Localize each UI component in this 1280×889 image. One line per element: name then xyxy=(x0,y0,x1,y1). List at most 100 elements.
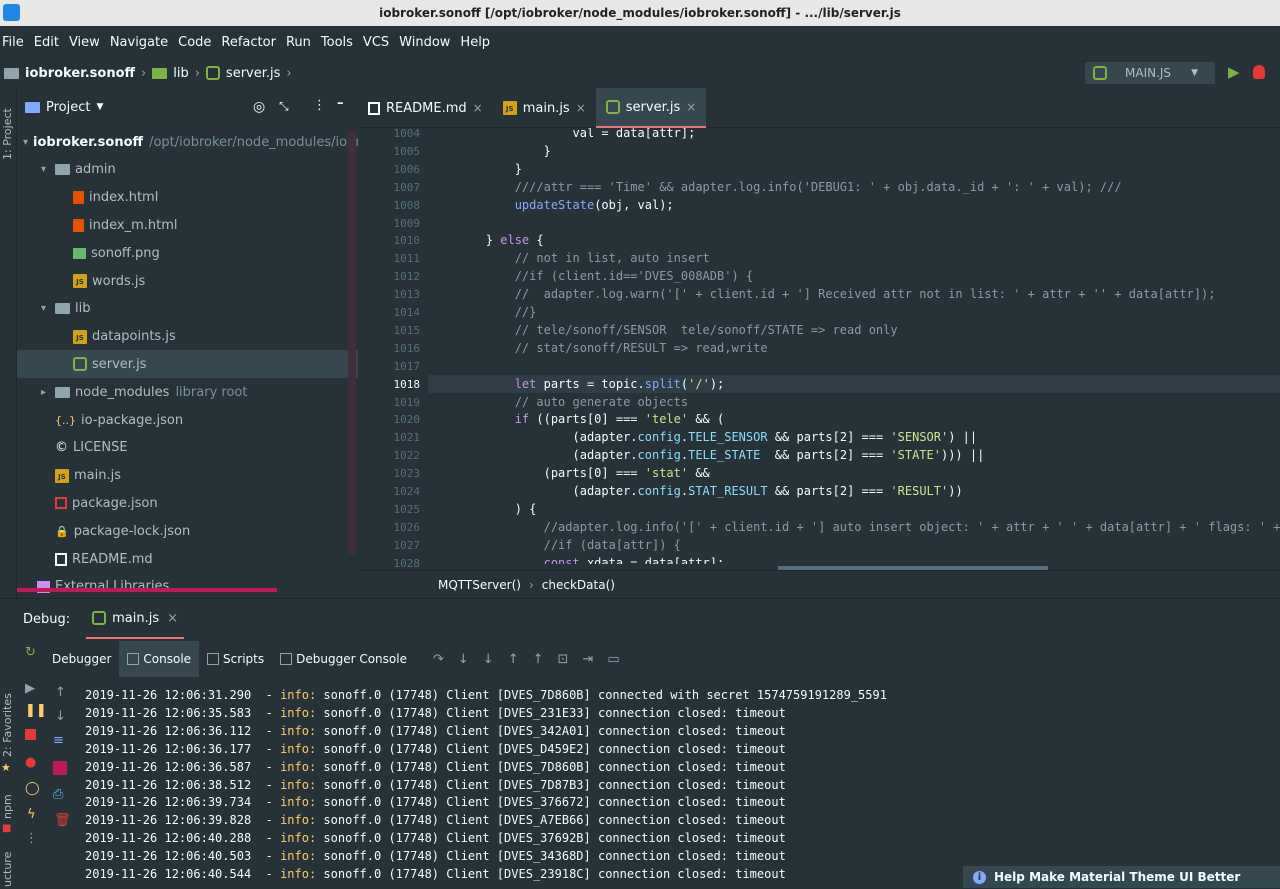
run-icon[interactable]: ▶ xyxy=(1228,63,1240,81)
resume-icon[interactable]: ▶ xyxy=(25,681,35,696)
menu-window[interactable]: Window xyxy=(399,35,450,50)
breakpoints-icon[interactable]: ● xyxy=(25,755,36,770)
tree-item[interactable]: JS words.js xyxy=(17,267,358,295)
menu-tools[interactable]: Tools xyxy=(321,35,353,50)
stop-icon[interactable] xyxy=(25,729,36,740)
code-line[interactable]: ////attr === 'Time' && adapter.log.info(… xyxy=(428,178,1280,196)
chevron-down-icon[interactable]: ▾ xyxy=(41,164,55,175)
code-line[interactable]: //} xyxy=(428,303,1280,321)
code-line[interactable]: ) { xyxy=(428,500,1280,518)
debug-tab-scripts[interactable]: Scripts xyxy=(199,641,272,677)
code-line[interactable] xyxy=(428,357,1280,375)
debug-session-tab[interactable]: main.js × xyxy=(86,599,185,639)
debug-tab-debugger-console[interactable]: Debugger Console xyxy=(272,641,415,677)
debug-tab-console[interactable]: Console xyxy=(119,641,200,677)
tree-item[interactable]: JS main.js xyxy=(17,462,358,490)
code-line[interactable]: // stat/sonoff/RESULT => read,write xyxy=(428,339,1280,357)
debug-tab-debugger[interactable]: Debugger xyxy=(44,641,119,677)
code-line[interactable]: let parts = topic.split('/'); xyxy=(428,374,1280,393)
close-icon[interactable]: × xyxy=(473,101,483,115)
menu-edit[interactable]: Edit xyxy=(34,35,59,50)
breadcrumb-file[interactable]: server.js xyxy=(226,66,280,81)
arrow-up-icon[interactable]: ↑ xyxy=(55,685,66,700)
tree-item[interactable]: ▾ lib xyxy=(17,295,358,323)
tree-item[interactable]: server.js xyxy=(17,350,358,379)
code-line[interactable]: // tele/sonoff/SENSOR tele/sonoff/STATE … xyxy=(428,321,1280,339)
project-tool-tab[interactable]: 1: Project xyxy=(1,108,14,160)
hide-panel-icon[interactable]: – xyxy=(337,96,344,111)
terminal-icon[interactable]: ▭ xyxy=(607,652,619,667)
menu-code[interactable]: Code xyxy=(178,35,211,50)
breadcrumb-function[interactable]: MQTTServer() xyxy=(438,578,521,592)
trash-icon[interactable]: 🗑 xyxy=(54,813,71,828)
code-line[interactable]: //if (client.id=='DVES_008ADB') { xyxy=(428,267,1280,285)
code-line[interactable]: // auto generate objects xyxy=(428,393,1280,411)
tree-item[interactable]: package.json xyxy=(17,489,358,517)
chevron-down-icon[interactable]: ▼ xyxy=(96,102,103,112)
project-scrollbar[interactable] xyxy=(348,130,356,554)
lightning-icon[interactable]: ϟ xyxy=(27,807,36,822)
run-configuration-select[interactable]: MAIN.JS ▼ xyxy=(1085,62,1215,84)
arrow-down-icon[interactable]: ↓ xyxy=(55,709,66,724)
more-icon[interactable]: ⋮ xyxy=(313,98,326,113)
mute-breakpoints-icon[interactable]: ◯ xyxy=(25,781,40,796)
run-to-cursor-icon[interactable]: ↑ xyxy=(533,652,544,667)
code-line[interactable]: (parts[0] === 'stat' && xyxy=(428,464,1280,482)
chevron-down-icon[interactable]: ▾ xyxy=(23,137,28,148)
console-output[interactable]: 2019-11-26 12:06:31.290 - info: sonoff.0… xyxy=(76,681,1280,889)
menu-help[interactable]: Help xyxy=(460,35,490,50)
menu-vcs[interactable]: VCS xyxy=(363,35,389,50)
breadcrumb-function[interactable]: checkData() xyxy=(542,578,615,592)
pause-icon[interactable]: ❚❚ xyxy=(25,703,47,718)
print-icon[interactable]: ⎙ xyxy=(53,787,63,802)
code-line[interactable]: if ((parts[0] === 'tele' && ( xyxy=(428,410,1280,428)
more-icon[interactable]: ⋮ xyxy=(25,831,38,846)
favorites-tool-tab[interactable]: 2: Favorites xyxy=(1,693,14,757)
code-line[interactable]: updateState(obj, val); xyxy=(428,196,1280,214)
code-line[interactable]: // not in list, auto insert xyxy=(428,249,1280,267)
code-line[interactable]: val = data[attr]; xyxy=(428,128,1280,142)
scroll-to-end-icon[interactable] xyxy=(53,761,67,775)
step-out-icon[interactable]: ↑ xyxy=(508,652,519,667)
tree-item[interactable]: External Libraries xyxy=(17,573,358,601)
code-line[interactable]: } else { xyxy=(428,231,1280,249)
npm-tool-tab[interactable]: npm xyxy=(1,794,14,819)
code-line[interactable]: //adapter.log.info('[' + client.id + '] … xyxy=(428,518,1280,536)
code-line[interactable]: //if (data[attr]) { xyxy=(428,536,1280,554)
tree-item[interactable]: README.md xyxy=(17,545,358,573)
code-line[interactable]: (adapter.config.STAT_RESULT && parts[2] … xyxy=(428,482,1280,500)
code-line[interactable]: const xdata = data[attr]; xyxy=(428,554,1280,564)
menu-file[interactable]: File xyxy=(2,35,24,50)
restore-frame-icon[interactable]: ⇥ xyxy=(582,652,593,667)
code-line[interactable]: } xyxy=(428,160,1280,178)
notification-balloon[interactable]: i Help Make Material Theme UI Better xyxy=(963,866,1280,888)
close-icon[interactable]: × xyxy=(686,100,696,114)
evaluate-icon[interactable]: ⊡ xyxy=(558,652,569,667)
tree-item[interactable]: 🔒 package-lock.json xyxy=(17,517,358,545)
code-line[interactable]: (adapter.config.TELE_STATE && parts[2] =… xyxy=(428,446,1280,464)
debug-bug-icon[interactable] xyxy=(1253,65,1265,79)
editor-tab[interactable]: JS main.js × xyxy=(493,88,596,128)
project-view-label[interactable]: Project xyxy=(46,100,90,115)
code-line[interactable]: } xyxy=(428,142,1280,160)
structure-tool-tab[interactable]: ucture xyxy=(1,852,14,887)
tree-item[interactable]: index.html xyxy=(17,184,358,212)
code-line[interactable]: (adapter.config.TELE_SENSOR && parts[2] … xyxy=(428,428,1280,446)
editor-tab[interactable]: server.js × xyxy=(595,88,707,128)
code-view[interactable]: val = data[attr]; } } ////attr === 'Time… xyxy=(428,128,1280,564)
tree-item[interactable]: ▾ iobroker.sonoff/opt/iobroker/node_modul… xyxy=(17,128,361,156)
step-into-icon[interactable]: ↓ xyxy=(458,652,469,667)
code-line[interactable]: // adapter.log.warn('[' + client.id + ']… xyxy=(428,285,1280,303)
menu-view[interactable]: View xyxy=(69,35,100,50)
breadcrumb-folder[interactable]: lib xyxy=(173,66,188,81)
tree-item[interactable]: sonoff.png xyxy=(17,239,358,267)
tree-item[interactable]: © LICENSE xyxy=(17,434,358,462)
close-icon[interactable]: × xyxy=(167,611,178,626)
tree-item[interactable]: ▸ node_modules library root xyxy=(17,378,358,406)
chevron-right-icon[interactable]: ▸ xyxy=(41,387,55,398)
tree-item[interactable]: {..} io-package.json xyxy=(17,406,358,434)
collapse-icon[interactable]: ⤡ xyxy=(279,99,289,114)
close-icon[interactable]: × xyxy=(576,101,586,115)
menu-refactor[interactable]: Refactor xyxy=(221,35,276,50)
menu-navigate[interactable]: Navigate xyxy=(110,35,168,50)
